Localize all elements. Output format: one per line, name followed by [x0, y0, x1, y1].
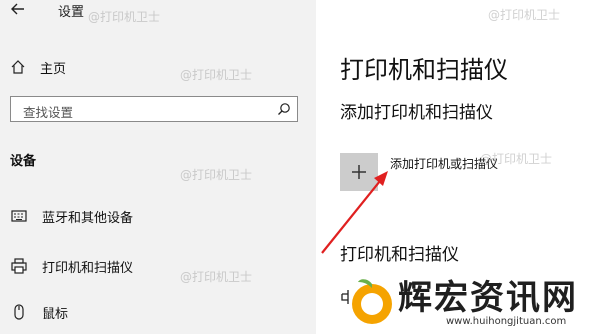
- sidebar-item-mouse[interactable]: 鼠标: [10, 300, 68, 324]
- window-title: 设置: [58, 5, 85, 20]
- search-input[interactable]: 查找设置: [10, 96, 298, 122]
- watermark: @打印机卫士: [488, 8, 561, 22]
- sidebar-item-label: 蓝牙和其他设备: [42, 210, 134, 226]
- section-title-list: 打印机和扫描仪: [340, 245, 459, 265]
- back-arrow-icon[interactable]: [8, 0, 28, 18]
- section-title-add: 添加打印机和扫描仪: [340, 103, 493, 123]
- brand-name: 辉宏资讯网: [398, 278, 578, 318]
- mouse-icon: [14, 304, 24, 320]
- sidebar-item-printers[interactable]: 打印机和扫描仪: [10, 254, 133, 278]
- home-icon: [11, 60, 25, 74]
- search-placeholder: 查找设置: [23, 105, 74, 120]
- brand-logo: [352, 279, 392, 324]
- add-printer-button[interactable]: [340, 153, 378, 191]
- section-label-devices: 设备: [10, 154, 37, 169]
- brand-url: www.huihongjituan.com: [446, 316, 567, 327]
- sidebar-item-bluetooth[interactable]: 蓝牙和其他设备: [10, 204, 133, 228]
- sidebar-item-label: 主页: [40, 61, 67, 77]
- sidebar: 设置 主页 查找设置 设备 蓝牙和其他设备 打印机和扫描仪 鼠标 @打印机卫士 …: [0, 0, 316, 334]
- watermark: @打印机卫士: [88, 10, 161, 24]
- watermark: @打印机卫士: [180, 270, 253, 284]
- search-icon[interactable]: [277, 102, 291, 116]
- keyboard-icon: [11, 210, 27, 222]
- add-printer-label[interactable]: 添加打印机或扫描仪: [390, 155, 498, 172]
- plus-icon: [352, 165, 366, 179]
- sidebar-item-label: 打印机和扫描仪: [42, 260, 134, 276]
- watermark: @打印机卫士: [180, 168, 253, 182]
- sidebar-item-label: 鼠标: [42, 306, 69, 322]
- brand-watermark: 辉宏资讯网 www.huihongjituan.com: [346, 268, 600, 334]
- sidebar-item-home[interactable]: 主页: [10, 56, 66, 78]
- watermark: @打印机卫士: [180, 68, 253, 82]
- page-title: 打印机和扫描仪: [340, 56, 508, 84]
- printer-icon: [11, 258, 27, 274]
